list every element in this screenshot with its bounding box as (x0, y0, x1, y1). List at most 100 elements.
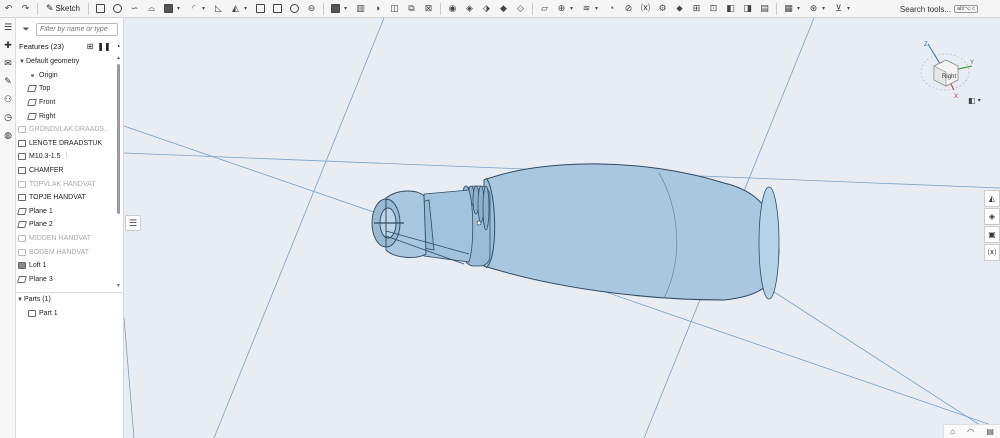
feature-item[interactable]: TOPJE HANDVAT (16, 191, 116, 205)
feature-item[interactable]: CHAMFER (16, 164, 116, 178)
helix-icon[interactable]: ≋ (580, 2, 593, 15)
variables-icon[interactable]: ⚇ (0, 90, 16, 108)
save-view-icon[interactable]: ▤ (986, 427, 994, 436)
comment-icon[interactable]: ✉ (0, 54, 16, 72)
feature-item[interactable]: TOPVLAK HANDVAT (16, 177, 116, 191)
feature-item[interactable]: BODEMAFHUPSTUK (16, 286, 116, 289)
feature-item[interactable]: Loft 1 (16, 259, 116, 273)
chevron-down-icon[interactable]: ▾ (202, 5, 208, 12)
custom-features-icon[interactable]: ⊻ (832, 2, 845, 15)
orbit-icon[interactable]: ◠ (967, 427, 974, 436)
feature-item[interactable]: Front (16, 96, 116, 110)
model-canvas[interactable] (124, 18, 1000, 438)
fillet-icon[interactable]: ◜ (187, 2, 200, 15)
frame-icon[interactable]: ⊡ (707, 2, 720, 15)
feature-item[interactable]: Origin (16, 69, 116, 83)
shell-icon[interactable] (271, 2, 284, 15)
chevron-down-icon[interactable]: ▾ (177, 5, 183, 12)
variables-panel-icon[interactable]: ⒳ (984, 244, 1000, 261)
cylinder-icon[interactable]: ⊖ (305, 2, 318, 15)
hole-icon[interactable] (288, 2, 301, 15)
notes-icon[interactable]: ✎ (0, 72, 16, 90)
appearance-panel-icon[interactable]: ◭ (984, 190, 1000, 207)
clock-icon[interactable]: ◷ (0, 108, 16, 126)
chevron-down-icon[interactable]: ▾ (570, 5, 576, 12)
offset-surface-icon[interactable]: ◆ (497, 2, 510, 15)
feature-scrollbar[interactable] (117, 64, 120, 214)
chevron-down-icon[interactable]: ▾ (797, 5, 803, 12)
scroll-up-icon[interactable]: ▲ (116, 55, 121, 61)
mate-connector-icon[interactable]: ⊕ (555, 2, 568, 15)
chamfer-icon[interactable]: ◺ (212, 2, 225, 15)
feature-item[interactable]: Top (16, 82, 116, 96)
modify-fillet-icon[interactable]: ◉ (446, 2, 459, 15)
parts-header[interactable]: ▼ Parts (1) (16, 293, 116, 307)
feature-item[interactable]: LENGTE DRAADSTUK (16, 137, 116, 151)
split-icon[interactable]: ◫ (388, 2, 401, 15)
add-feature-icon[interactable]: ✚ (0, 36, 16, 54)
chevron-down-icon[interactable]: ▾ (822, 5, 828, 12)
revolve-icon[interactable] (111, 2, 124, 15)
replace-face-icon[interactable]: ⬗ (480, 2, 493, 15)
filter-input[interactable] (36, 22, 118, 36)
timer-icon[interactable]: ◔ (113, 42, 123, 51)
search-tools-button[interactable]: Search tools... alt/⌥ c (900, 2, 978, 16)
feature-item[interactable]: BODEM HANDVAT (16, 245, 116, 259)
configurations-panel-icon[interactable]: ▣ (984, 226, 1000, 243)
plane-icon[interactable]: ▱ (538, 2, 551, 15)
extrude-icon[interactable] (94, 2, 107, 15)
feature-item[interactable]: GRONDVLAK DRAADS... (16, 123, 116, 137)
sweep-icon[interactable]: ∽ (128, 2, 141, 15)
render-mode-button[interactable]: ◧ ▾ (968, 94, 990, 106)
part-item[interactable]: Part 1 (16, 307, 116, 321)
feature-item[interactable]: Right (16, 109, 116, 123)
feature-item[interactable]: ▼ Default geometry (16, 55, 116, 69)
boolean-icon[interactable]: ◑ (371, 2, 384, 15)
feature-item[interactable]: M10.3-1.5 ⫶ (16, 150, 116, 164)
sheet-metal-icon[interactable]: ⊞ (690, 2, 703, 15)
view-cube[interactable]: Right Z Y X (914, 38, 976, 102)
pause-icon[interactable]: ❚❚ (97, 42, 110, 51)
rollback-bar-icon[interactable]: ⫶ (66, 153, 68, 161)
loft-icon[interactable]: ⌓ (145, 2, 158, 15)
tag-icon[interactable]: ⬥ (673, 2, 686, 15)
measure-icon[interactable]: ◔ (605, 2, 618, 15)
move-face-icon[interactable]: ◈ (463, 2, 476, 15)
feature-item[interactable]: Plane 2 (16, 218, 116, 232)
pattern-icon[interactable] (329, 2, 342, 15)
undo-icon[interactable]: ↶ (2, 2, 15, 15)
camera-icon[interactable]: ⌂ (950, 427, 955, 436)
mirror-icon[interactable]: ▥ (354, 2, 367, 15)
transform-icon[interactable]: ⧉ (405, 2, 418, 15)
chevron-down-icon[interactable]: ▾ (847, 5, 853, 12)
appearance-icon[interactable]: ◍ (0, 126, 16, 144)
filter-icon[interactable]: ⏷ (20, 24, 32, 35)
sketch-button[interactable]: ✎ Sketch (43, 2, 83, 16)
surface-icon[interactable]: ◧ (724, 2, 737, 15)
chevron-down-icon[interactable]: ▼ (16, 297, 24, 303)
feature-list-icon[interactable]: ☰ (0, 18, 16, 36)
thicken-icon[interactable] (162, 2, 175, 15)
part-body[interactable] (483, 163, 780, 301)
chevron-down-icon[interactable]: ▾ (244, 5, 250, 12)
rib-icon[interactable] (254, 2, 267, 15)
flange-icon[interactable]: ◨ (741, 2, 754, 15)
variable-icon[interactable]: ⒳ (639, 2, 652, 15)
feature-panel-toggle-icon[interactable]: ☰ (125, 215, 141, 231)
redo-icon[interactable]: ↷ (19, 2, 32, 15)
graphics-viewport[interactable]: Right Z Y X (124, 18, 1000, 438)
feature-item[interactable]: MIDDEN HANDVAT (16, 232, 116, 246)
draft-icon[interactable]: ◭ (229, 2, 242, 15)
boundary-icon[interactable]: ◇ (514, 2, 527, 15)
delete-part-icon[interactable]: ⊠ (422, 2, 435, 15)
chevron-down-icon[interactable]: ▼ (18, 59, 26, 65)
chevron-down-icon[interactable]: ▾ (595, 5, 601, 12)
apps-icon[interactable]: ⊛ (807, 2, 820, 15)
scroll-down-icon[interactable]: ▼ (116, 283, 121, 289)
section-icon[interactable]: ⊘ (622, 2, 635, 15)
chevron-down-icon[interactable]: ▾ (344, 5, 350, 12)
add-folder-icon[interactable]: ⊞ (85, 42, 95, 51)
feature-item[interactable]: Plane 1 (16, 205, 116, 219)
parts-panel-icon[interactable]: ◈ (984, 208, 1000, 225)
corner-icon[interactable]: ▤ (758, 2, 771, 15)
